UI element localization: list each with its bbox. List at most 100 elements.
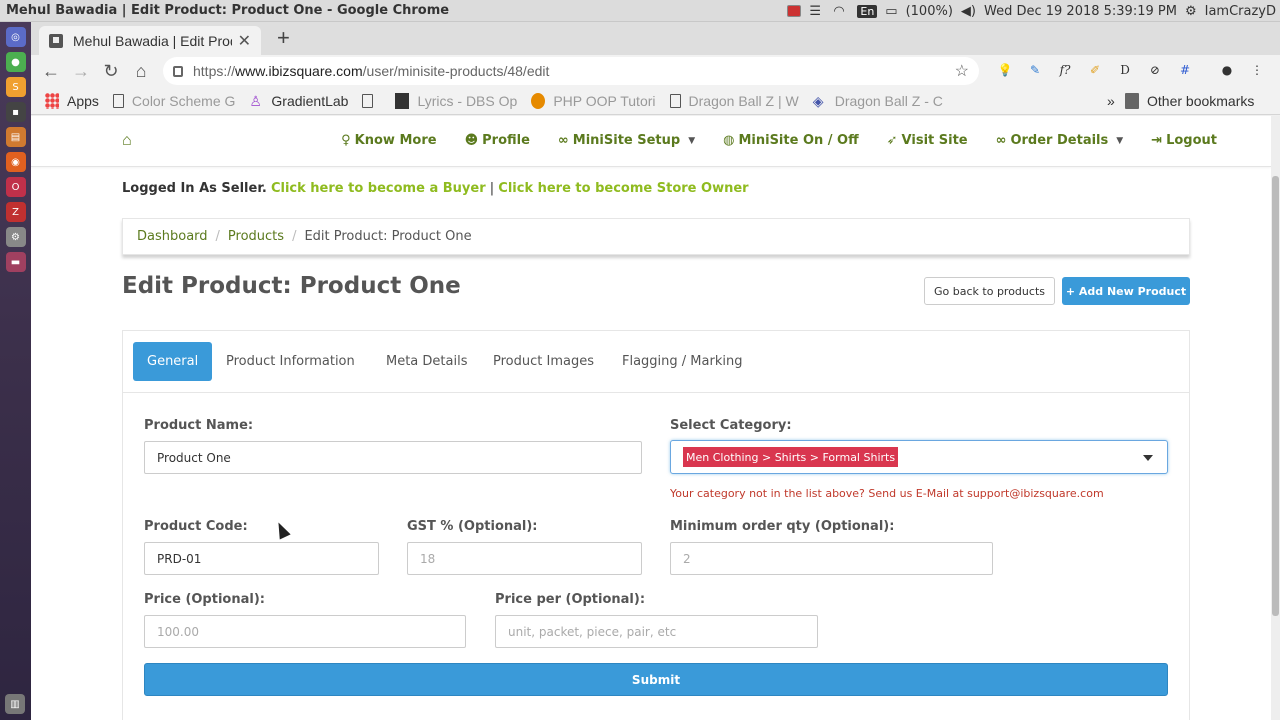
d-extension-icon[interactable]: D xyxy=(1115,61,1135,79)
dropdown-caret-icon[interactable] xyxy=(1143,455,1153,461)
tab-meta-details[interactable]: Meta Details xyxy=(372,342,481,381)
trash-icon[interactable]: ▥ xyxy=(5,694,25,714)
product-code-input[interactable]: PRD-01 xyxy=(144,542,379,575)
price-per-input[interactable]: unit, packet, piece, pair, etc xyxy=(495,615,818,648)
forward-arrow-icon[interactable]: → xyxy=(66,61,96,82)
chrome-menu-icon[interactable]: ⋮ xyxy=(1247,61,1267,79)
settings-icon[interactable]: ⚙ xyxy=(1185,4,1197,19)
back-arrow-icon[interactable]: ← xyxy=(36,61,66,82)
bookmarks-bar: Apps Color Scheme G ♙ GradientLab Lyrics … xyxy=(31,87,1280,115)
launcher-files-icon[interactable]: ▤ xyxy=(5,127,26,147)
launcher-chrome-icon[interactable]: ● xyxy=(5,52,26,72)
gst-input[interactable]: 18 xyxy=(407,542,642,575)
launcher-terminal-icon[interactable]: ▪ xyxy=(5,102,26,122)
address-bar[interactable]: https://www.ibizsquare.com/user/minisite… xyxy=(163,57,979,85)
pen-extension-icon[interactable]: ✎ xyxy=(1025,61,1045,79)
volume-icon[interactable]: ◀) xyxy=(961,4,976,19)
battery-icon[interactable]: ▭ xyxy=(885,4,897,19)
rocket-icon: ➶ xyxy=(886,133,898,148)
launcher-search-icon[interactable]: ◎ xyxy=(5,27,26,47)
breadcrumb-products[interactable]: Products xyxy=(228,229,284,244)
bookmark-label: Dragon Ball Z | W xyxy=(688,92,799,109)
wifi-icon[interactable]: ◠ xyxy=(833,4,849,19)
submit-button[interactable]: Submit xyxy=(144,663,1168,696)
nav-minisite-toggle[interactable]: ◍ MiniSite On / Off xyxy=(723,133,859,148)
breadcrumb-current: Edit Product: Product One xyxy=(304,229,472,244)
bookmark-label: Lyrics - DBS Op xyxy=(417,92,518,109)
scrollbar-thumb[interactable] xyxy=(1272,176,1279,616)
bookmark-gradientlab[interactable]: ♙ GradientLab xyxy=(249,93,348,109)
become-owner-link[interactable]: Click here to become Store Owner xyxy=(498,181,748,196)
launcher-firefox-icon[interactable]: ◉ xyxy=(5,152,26,172)
launcher-filezilla-icon[interactable]: Z xyxy=(5,202,26,222)
home-page-icon[interactable]: ⌂ xyxy=(126,61,156,82)
bookmark-star-icon[interactable]: ☆ xyxy=(955,61,969,81)
favicon-icon xyxy=(49,33,63,48)
home-icon[interactable]: ⌂ xyxy=(122,132,138,149)
tab-general[interactable]: General xyxy=(133,342,213,381)
reload-icon[interactable]: ↻ xyxy=(96,61,126,82)
product-name-input[interactable]: Product One xyxy=(144,441,642,474)
nav-minisite-setup[interactable]: ∞ MiniSite Setup ▼ xyxy=(558,133,695,148)
bookmark-label: PHP OOP Tutori xyxy=(553,92,656,109)
menu-icon[interactable]: ☰ xyxy=(809,4,825,19)
nav-visit-site[interactable]: ➶ Visit Site xyxy=(887,133,968,148)
page-scrollbar[interactable] xyxy=(1271,116,1280,720)
other-bookmarks[interactable]: Other bookmarks xyxy=(1125,92,1254,109)
page-icon xyxy=(362,93,374,108)
profile-avatar-icon[interactable]: ● xyxy=(1217,61,1237,79)
breadcrumb-separator: / xyxy=(215,229,220,244)
price-input[interactable]: 100.00 xyxy=(144,615,466,648)
launcher-settings-icon[interactable]: ⚙ xyxy=(5,227,26,247)
go-back-button[interactable]: Go back to products xyxy=(924,277,1055,305)
user-name[interactable]: IamCrazyD xyxy=(1205,4,1276,19)
tab-product-information[interactable]: Product Information xyxy=(212,342,369,381)
bookmark-dbz-1[interactable]: Dragon Ball Z | W xyxy=(669,92,799,109)
os-tray: ☰ ◠ En ▭ (100%) ◀) Wed Dec 19 2018 5:39:… xyxy=(787,0,1280,22)
bookmark-color-scheme[interactable]: Color Scheme G xyxy=(112,93,235,109)
globe-icon: ◍ xyxy=(723,133,735,148)
gradientlab-icon: ♙ xyxy=(249,92,262,109)
record-icon[interactable] xyxy=(787,5,802,17)
folder-icon xyxy=(1125,92,1139,109)
tab-close-icon[interactable]: ✕ xyxy=(238,31,251,51)
bookmark-apps[interactable]: Apps xyxy=(45,92,99,109)
datetime[interactable]: Wed Dec 19 2018 5:39:19 PM xyxy=(984,4,1177,19)
launcher-opera-icon[interactable]: O xyxy=(5,177,26,197)
nav-label: Order Details xyxy=(1010,133,1109,148)
bookmark-blank[interactable] xyxy=(362,93,381,108)
category-select[interactable]: Men Clothing > Shirts > Formal Shirts xyxy=(670,440,1168,474)
nav-know-more[interactable]: ♀ Know More xyxy=(341,133,436,148)
price-per-label: Price per (Optional): xyxy=(495,592,646,607)
bookmark-dbz-2[interactable]: ◈ Dragon Ball Z - C xyxy=(813,93,943,109)
os-top-bar: Mehul Bawadia | Edit Product: Product On… xyxy=(0,0,1280,22)
nav-profile[interactable]: ☻ Profile xyxy=(465,133,530,148)
keyboard-lang[interactable]: En xyxy=(857,4,878,18)
php-icon xyxy=(531,92,546,109)
become-buyer-link[interactable]: Click here to become a Buyer xyxy=(271,181,486,196)
dbz-icon: ◈ xyxy=(812,92,824,109)
min-qty-input[interactable]: 2 xyxy=(670,542,993,575)
note-extension-icon[interactable]: ✐ xyxy=(1085,61,1105,79)
selected-category-chip[interactable]: Men Clothing > Shirts > Formal Shirts xyxy=(683,447,899,467)
add-new-product-button[interactable]: + Add New Product xyxy=(1062,277,1190,305)
bulb-extension-icon[interactable]: 💡 xyxy=(995,61,1015,79)
nav-order-details[interactable]: ∞ Order Details ▼ xyxy=(996,133,1124,148)
bookmarks-overflow-icon[interactable]: » xyxy=(1107,93,1115,109)
launcher-app-icon[interactable]: ▬ xyxy=(5,252,26,272)
bookmark-label: Apps xyxy=(67,92,99,109)
new-tab-icon[interactable]: + xyxy=(277,27,290,49)
bookmark-lyrics[interactable]: Lyrics - DBS Op xyxy=(395,92,518,109)
grid-extension-icon[interactable]: # xyxy=(1175,61,1195,79)
tab-flagging-marking[interactable]: Flagging / Marking xyxy=(608,342,756,381)
tab-product-images[interactable]: Product Images xyxy=(479,342,608,381)
browser-tab[interactable]: Mehul Bawadia | Edit Prod ✕ xyxy=(39,26,261,55)
breadcrumb-dashboard[interactable]: Dashboard xyxy=(137,229,208,244)
browser-tab-strip: Mehul Bawadia | Edit Prod ✕ + xyxy=(31,22,1280,55)
launcher-sublime-icon[interactable]: S xyxy=(5,77,26,97)
bookmark-php-oop[interactable]: PHP OOP Tutori xyxy=(531,92,656,109)
nav-logout[interactable]: ⇥ Logout xyxy=(1151,133,1217,148)
circle-extension-icon[interactable]: ⊘ xyxy=(1145,61,1165,79)
formula-extension-icon[interactable]: f? xyxy=(1055,61,1075,79)
lock-icon xyxy=(173,65,183,77)
